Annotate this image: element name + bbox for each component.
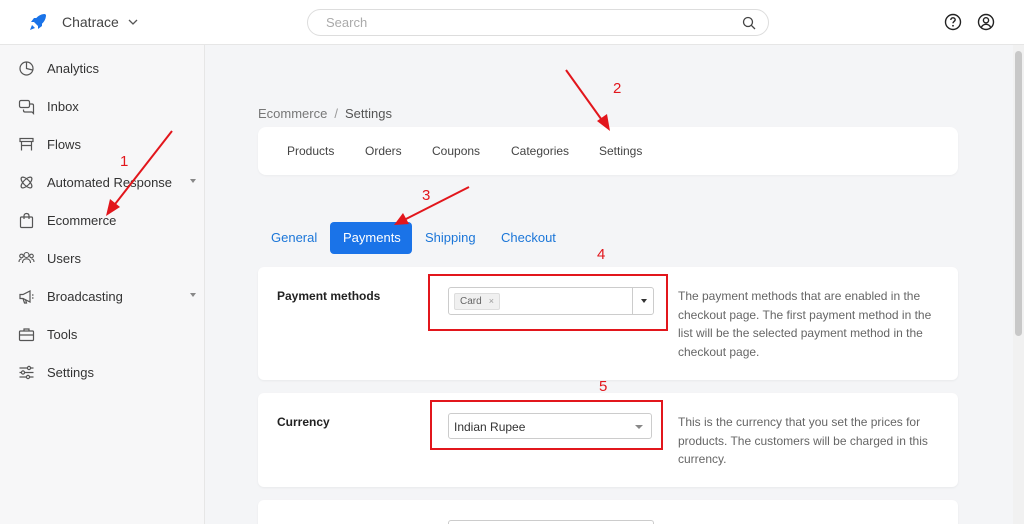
currency-description: This is the currency that you set the pr… — [678, 415, 928, 466]
sidebar-item-label: Inbox — [47, 98, 79, 114]
tab-payments[interactable]: Payments — [330, 222, 412, 254]
payment-methods-title: Payment methods — [277, 289, 381, 303]
automated-response-icon — [20, 176, 33, 188]
annotation-number-4: 4 — [597, 246, 606, 263]
broadcast-megaphone-icon — [19, 289, 34, 304]
inbox-icon — [18, 99, 35, 115]
rocket-logo-icon — [30, 14, 46, 30]
search-bar[interactable] — [307, 9, 769, 36]
payment-methods-description: The payment methods that are enabled in … — [678, 289, 932, 359]
tab-general[interactable]: General — [258, 222, 330, 254]
sidebar-item-analytics[interactable]: Analytics — [18, 58, 200, 78]
page-scrollbar[interactable] — [1013, 45, 1024, 524]
currency-title: Currency — [277, 415, 330, 429]
annotation-number-3: 3 — [422, 187, 431, 204]
sidebar-item-label: Settings — [47, 364, 94, 380]
analytics-icon — [19, 60, 34, 76]
settings-sliders-icon — [19, 365, 34, 379]
workspace-switcher[interactable]: Chatrace — [28, 12, 139, 32]
tab-shipping[interactable]: Shipping — [412, 222, 489, 254]
annotation-number-2: 2 — [613, 80, 622, 97]
sidebar-item-label: Users — [47, 250, 81, 266]
annotation-arrow-3 — [394, 186, 470, 225]
flows-icon — [19, 137, 34, 150]
search-input[interactable] — [326, 15, 742, 30]
tab-checkout[interactable]: Checkout — [488, 222, 569, 254]
sidebar-item-users[interactable]: Users — [18, 248, 200, 268]
caret-down-icon — [190, 293, 196, 297]
sidebar-item-tools[interactable]: Tools — [18, 324, 200, 344]
annotation-number-5: 5 — [599, 378, 608, 395]
breadcrumb-link-ecommerce[interactable]: Ecommerce — [258, 106, 327, 121]
sidebar-item-label: Ecommerce — [47, 212, 117, 228]
sidebar-item-label: Automated Response — [47, 174, 173, 190]
top-bar: Chatrace — [0, 0, 1024, 45]
sidebar-item-label: Flows — [47, 136, 81, 152]
breadcrumb-separator: / — [334, 106, 338, 121]
breadcrumb-current: Settings — [344, 106, 392, 121]
sidebar-item-automated-response[interactable]: Automated Response — [18, 172, 200, 192]
sidebar-item-settings[interactable]: Settings — [18, 362, 200, 382]
sidebar-item-flows[interactable]: Flows — [18, 134, 200, 154]
sidebar-item-ecommerce[interactable]: Ecommerce — [18, 210, 200, 230]
sidebar-item-inbox[interactable]: Inbox — [18, 96, 200, 116]
annotation-arrow-2 — [565, 69, 610, 131]
ecommerce-bag-icon — [19, 212, 34, 228]
tools-briefcase-icon — [18, 327, 35, 341]
sidebar-item-label: Tools — [47, 326, 78, 342]
annotation-number-1: 1 — [120, 153, 129, 170]
search-icon[interactable] — [742, 16, 756, 30]
workspace-name: Chatrace — [62, 14, 119, 30]
help-icon[interactable] — [944, 13, 962, 31]
user-account-icon[interactable] — [977, 13, 995, 31]
sidebar-item-broadcasting[interactable]: Broadcasting — [18, 286, 200, 306]
chevron-down-icon — [128, 19, 138, 25]
subnav-settings[interactable]: Settings — [599, 144, 642, 158]
sidebar: Analytics Inbox Flows Automated Response… — [0, 45, 205, 524]
subnav-coupons[interactable]: Coupons — [432, 144, 480, 158]
sidebar-item-label: Analytics — [47, 60, 100, 76]
next-settings-input[interactable] — [448, 520, 654, 524]
annotation-box-5 — [430, 400, 663, 450]
sidebar-item-label: Broadcasting — [47, 288, 123, 304]
caret-down-icon — [190, 179, 196, 183]
users-icon — [18, 251, 35, 263]
subnav-products[interactable]: Products — [287, 144, 334, 158]
breadcrumb: Ecommerce / Settings — [258, 106, 392, 121]
next-settings-card — [258, 500, 958, 524]
annotation-box-4 — [428, 274, 668, 331]
subnav-orders[interactable]: Orders — [365, 144, 402, 158]
subnav-categories[interactable]: Categories — [511, 144, 569, 158]
scrollbar-thumb[interactable] — [1015, 51, 1022, 336]
ecommerce-subnav: Products Orders Coupons Categories Setti… — [258, 127, 958, 175]
